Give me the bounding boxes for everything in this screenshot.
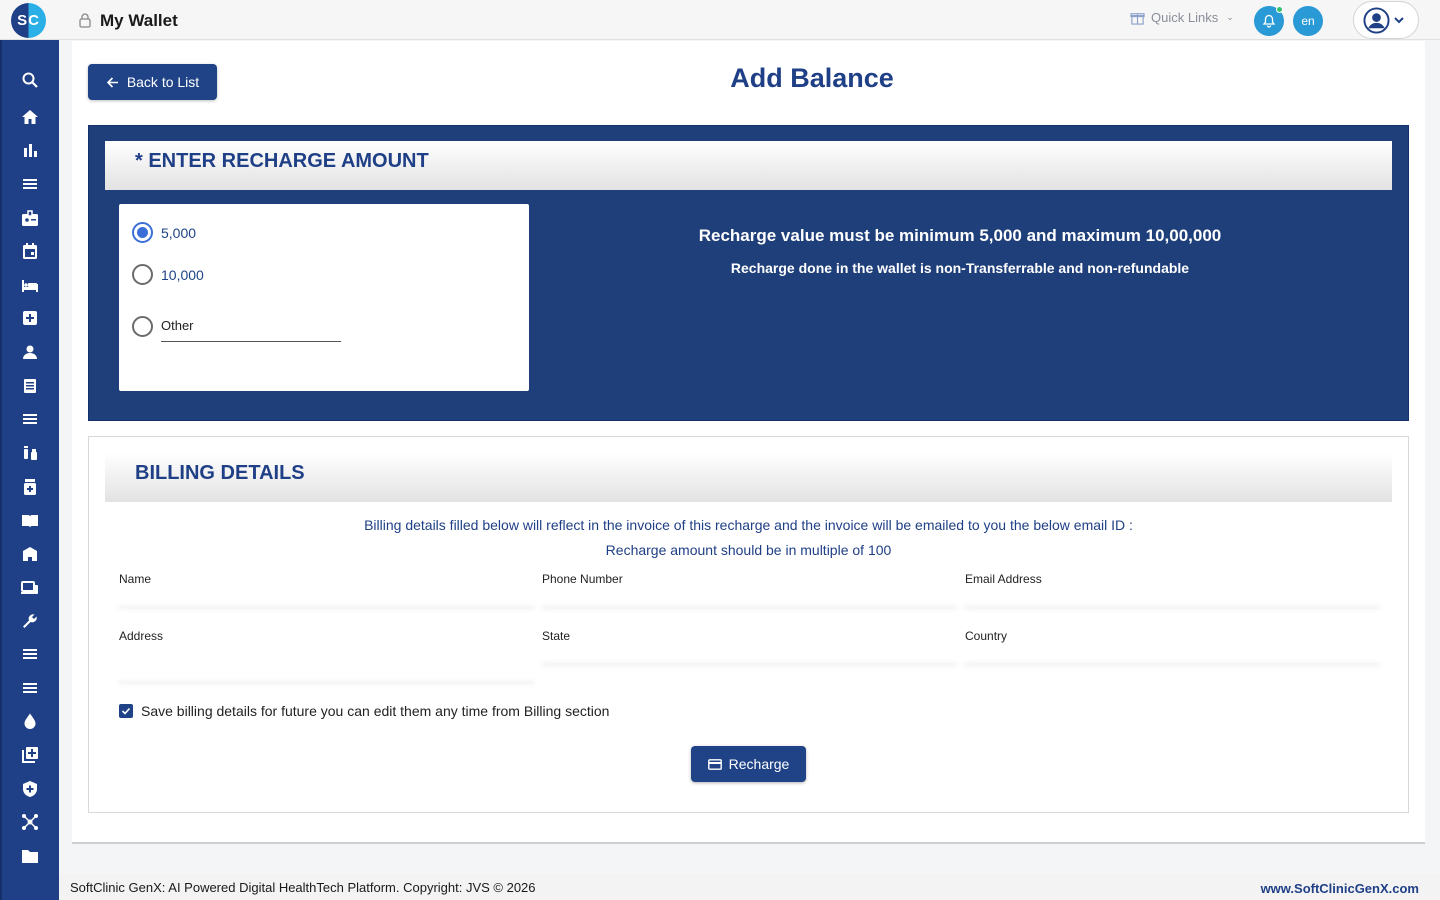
page-title-bar: My Wallet: [100, 11, 178, 30]
footer-copyright: SoftClinic GenX: AI Powered Digital Heal…: [70, 880, 536, 895]
address-value[interactable]: [119, 647, 534, 683]
wrench-icon[interactable]: [19, 610, 41, 632]
save-billing-checkbox[interactable]: [119, 704, 133, 718]
email-field[interactable]: Email Address: [965, 572, 1380, 608]
amount-option-10000[interactable]: 10,000: [132, 264, 204, 285]
billing-note: Billing details filled below will reflec…: [364, 517, 1133, 533]
avatar-icon: [1363, 6, 1390, 34]
recharge-limit-text: Recharge value must be minimum 5,000 and…: [698, 226, 1222, 245]
recharge-multiple-note: Recharge amount should be in multiple of…: [605, 542, 892, 558]
medical-plus-icon[interactable]: [19, 307, 41, 329]
radio-selected[interactable]: [132, 222, 153, 243]
radio-unselected[interactable]: [132, 264, 153, 285]
amount-option-label: 5,000: [161, 224, 197, 241]
drop-icon[interactable]: [19, 710, 41, 732]
amount-option-label: 10,000: [161, 266, 204, 283]
page-title: Add Balance: [730, 63, 894, 93]
back-to-list-button[interactable]: Back to List: [88, 64, 217, 100]
chevron-down-icon: ⌄: [1226, 12, 1234, 22]
add-library-icon[interactable]: [19, 744, 41, 766]
menu-icon[interactable]: [19, 173, 41, 195]
sidebar: [0, 40, 59, 900]
name-label: Name: [119, 572, 152, 586]
phone-field[interactable]: Phone Number: [542, 572, 957, 608]
devices-icon[interactable]: [19, 577, 41, 599]
check-icon: [121, 707, 131, 715]
country-value[interactable]: [965, 647, 1380, 665]
email-value[interactable]: [965, 590, 1380, 608]
email-label: Email Address: [965, 572, 1042, 586]
amount-options: 5,000 10,000 Other: [119, 204, 529, 391]
name-field[interactable]: Name: [119, 572, 534, 608]
billing-section-header: BILLING DETAILS: [105, 453, 1392, 502]
state-label: State: [542, 629, 571, 643]
search-icon[interactable]: [19, 69, 41, 91]
bell-icon: [1262, 14, 1276, 28]
address-field[interactable]: Address: [119, 629, 534, 683]
country-label: Country: [965, 629, 1008, 643]
recharge-section-title: * ENTER RECHARGE AMOUNT: [135, 150, 429, 172]
phone-label: Phone Number: [542, 572, 623, 586]
bar-chart-icon[interactable]: [19, 139, 41, 161]
network-icon[interactable]: [19, 811, 41, 833]
home-icon[interactable]: [19, 106, 41, 128]
quick-links-menu[interactable]: Quick Links ⌄: [1130, 10, 1234, 25]
footer-website-link[interactable]: www.SoftClinicGenX.com: [1261, 881, 1419, 896]
recharge-section-header: * ENTER RECHARGE AMOUNT: [105, 141, 1392, 190]
arrow-left-icon: [106, 76, 118, 88]
footer: SoftClinic GenX: AI Powered Digital Heal…: [59, 874, 1440, 900]
name-value[interactable]: [119, 590, 534, 608]
amount-option-5000[interactable]: 5,000: [132, 222, 196, 243]
back-to-list-label: Back to List: [126, 74, 200, 90]
country-field[interactable]: Country: [965, 629, 1380, 665]
amount-option-other[interactable]: [132, 316, 153, 337]
credit-card-icon: [707, 758, 722, 770]
save-billing-row[interactable]: Save billing details for future you can …: [119, 703, 609, 719]
recharge-button[interactable]: Recharge: [691, 746, 806, 782]
menu-icon[interactable]: [19, 677, 41, 699]
recharge-info: Recharge value must be minimum 5,000 and…: [560, 226, 1360, 276]
notification-dot: [1276, 6, 1283, 13]
recharge-button-label: Recharge: [728, 756, 790, 772]
medicine-icon[interactable]: [19, 476, 41, 498]
phone-value[interactable]: [542, 590, 957, 608]
folder-icon[interactable]: [19, 845, 41, 867]
bed-icon[interactable]: [19, 274, 41, 296]
billing-section-title: BILLING DETAILS: [135, 462, 305, 484]
app-logo[interactable]: SC: [11, 3, 46, 38]
document-icon[interactable]: [19, 375, 41, 397]
building-icon[interactable]: [19, 543, 41, 565]
calendar-icon[interactable]: [19, 240, 41, 262]
quick-links-label: Quick Links: [1151, 10, 1219, 25]
menu-icon[interactable]: [19, 408, 41, 430]
badge-icon[interactable]: [19, 207, 41, 229]
user-menu[interactable]: [1353, 1, 1419, 39]
recharge-policy-text: Recharge done in the wallet is non-Trans…: [730, 260, 1190, 276]
person-icon[interactable]: [19, 341, 41, 363]
chevron-down-icon: [1394, 17, 1404, 24]
radio-unselected[interactable]: [132, 316, 153, 337]
language-button[interactable]: en: [1293, 6, 1323, 36]
notifications-button[interactable]: [1254, 6, 1284, 36]
state-field[interactable]: State: [542, 629, 957, 665]
shield-icon[interactable]: [19, 778, 41, 800]
state-value[interactable]: [542, 647, 957, 665]
save-billing-label: Save billing details for future you can …: [141, 703, 610, 719]
menu-icon[interactable]: [19, 643, 41, 665]
lock-icon: [79, 13, 91, 28]
book-icon[interactable]: [19, 510, 41, 532]
gift-icon: [1130, 13, 1145, 25]
vaccine-icon[interactable]: [19, 442, 41, 464]
top-bar: SC My Wallet Quick Links ⌄ en: [0, 0, 1440, 40]
other-amount-input[interactable]: [161, 316, 341, 342]
address-label: Address: [119, 629, 164, 643]
